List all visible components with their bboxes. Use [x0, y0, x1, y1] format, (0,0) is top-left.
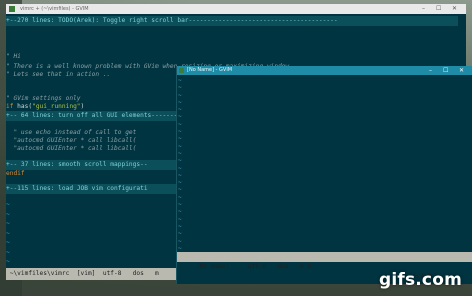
gvim-app-icon	[179, 68, 184, 73]
gvim-app-icon	[9, 6, 15, 12]
tilde-marker: ~	[6, 258, 10, 265]
tilde-marker: ~	[178, 164, 182, 172]
fold-line[interactable]: +-- 64 lines: turn off all GUI elements-…	[6, 111, 222, 121]
tilde-marker: ~	[178, 157, 182, 165]
tilde-marker: ~	[178, 91, 182, 99]
tilde-marker: ~	[178, 193, 182, 201]
maximize-icon[interactable]: ☐	[443, 66, 448, 75]
minimize-icon[interactable]: –	[422, 4, 425, 14]
fold-line[interactable]: +--115 lines: load JOB vim configurati	[6, 184, 176, 194]
tilde-marker: ~	[178, 179, 182, 187]
tilde-marker: ~	[178, 149, 182, 157]
tilde-marker: ~	[178, 215, 182, 223]
tilde-marker: ~	[6, 201, 10, 208]
comment-line: " Lets see that in action ..	[6, 71, 111, 78]
endif-line: endif	[6, 170, 25, 177]
statusline-info: [No Name] utf-8 dos m H	[191, 263, 312, 270]
tilde-marker: ~	[6, 229, 10, 237]
tilde-marker: ~	[178, 230, 182, 238]
tilde-marker: ~	[178, 222, 182, 230]
tilde-marker: ~	[178, 120, 182, 128]
comment-line: " Hi	[6, 53, 21, 60]
tilde-marker: ~	[6, 239, 10, 246]
tilde-marker: ~	[178, 171, 182, 179]
tilde-marker: ~	[178, 135, 182, 143]
fold-line[interactable]: +-- 37 lines: smooth scroll mappings--	[6, 160, 176, 170]
close-icon[interactable]: ✕	[459, 66, 464, 75]
tilde-marker: ~	[178, 77, 182, 84]
fold-line[interactable]: +--270 lines: TODO(Arek): Toggle right s…	[6, 16, 458, 26]
tilde-marker: ~	[6, 210, 10, 218]
tilde-marker: ~	[178, 237, 182, 245]
gvim-window-no-name[interactable]: [No Name] - GVIM – ☐ ✕ ~ ~ ~ ~ ~ ~ ~ ~ ~ ~ ~ ~ ~ ~ ~ ~ ~…	[176, 66, 472, 284]
tilde-marker: ~	[178, 208, 182, 216]
window-titlebar[interactable]: [No Name] - GVIM – ☐ ✕	[177, 66, 472, 75]
tilde-marker: ~	[178, 128, 182, 136]
tilde-marker: ~	[6, 248, 10, 256]
tilde-marker: ~	[178, 98, 182, 106]
window-title: vimrc + (~\vimfiles) - GVIM	[20, 6, 89, 12]
minimize-icon[interactable]: –	[429, 66, 432, 75]
tilde-marker: ~	[178, 186, 182, 194]
empty-line-markers: ~ ~ ~ ~ ~ ~ ~ ~ ~ ~ ~ ~ ~ ~ ~ ~ ~ ~ ~ ~ ~ ~ ~ ~	[178, 77, 184, 252]
tilde-marker: ~	[178, 106, 182, 114]
maximize-icon[interactable]: ☐	[436, 4, 441, 14]
close-icon[interactable]: ✕	[452, 4, 457, 14]
tilde-marker: ~	[178, 201, 182, 209]
tilde-marker: ~	[178, 142, 182, 150]
comment-line: "autocmd GUIEnter * call libcall(	[6, 145, 137, 152]
tilde-marker: ~	[6, 220, 10, 227]
tilde-marker: ~	[178, 84, 182, 92]
window-title: [No Name] - GVIM	[187, 67, 233, 73]
statusline: [No Name] utf-8 dos m H 0/1 0	[177, 252, 472, 280]
tilde-marker: ~	[178, 113, 182, 121]
window-titlebar[interactable]: vimrc + (~\vimfiles) - GVIM – ☐ ✕	[6, 4, 466, 14]
gifs-watermark: gifs.com	[378, 270, 462, 290]
